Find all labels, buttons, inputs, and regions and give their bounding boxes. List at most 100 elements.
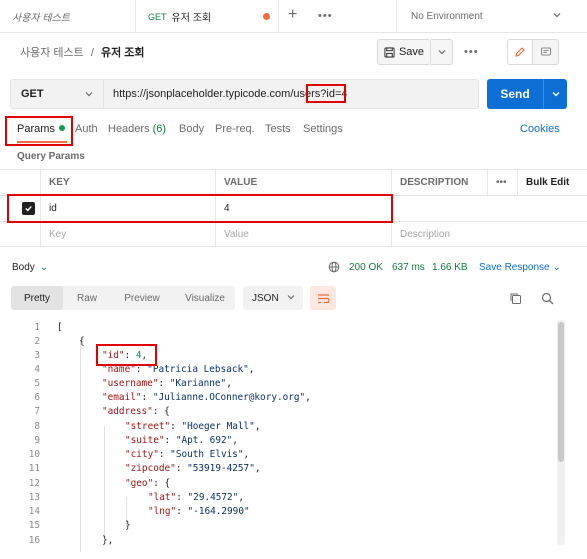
- code-line: "name": "Patricia Lebsack",: [102, 364, 255, 375]
- tab-label: Params: [17, 123, 55, 135]
- response-body-select[interactable]: Body ⌄: [12, 262, 48, 273]
- breadcrumb-separator: /: [90, 47, 94, 59]
- tab-auth[interactable]: Auth: [75, 123, 98, 135]
- tab-params[interactable]: Params: [17, 123, 65, 135]
- tab-headers[interactable]: Headers (6): [108, 123, 166, 135]
- json-suite: "Apt. 692": [175, 435, 233, 446]
- description-placeholder[interactable]: Description: [391, 222, 587, 246]
- json-city: "South Elvis": [170, 449, 244, 460]
- method-label: GET: [21, 88, 44, 100]
- line-number: 10: [28, 449, 40, 460]
- params-table-header: KEY VALUE DESCRIPTION ••• Bulk Edit: [0, 169, 587, 195]
- line-number: 4: [34, 364, 40, 375]
- tab-settings[interactable]: Settings: [303, 123, 343, 135]
- table-row: Key Value Description: [0, 221, 587, 247]
- edit-button[interactable]: [507, 39, 533, 65]
- param-description[interactable]: [391, 196, 587, 221]
- tab-label: 사용자 테스트: [12, 13, 70, 24]
- url-base: https://jsonplaceholder.typicode.com/use…: [113, 88, 321, 100]
- json-street: "Hoeger Mall": [181, 421, 255, 432]
- method-select[interactable]: GET: [10, 79, 104, 109]
- line-number: 5: [34, 378, 40, 389]
- line-number: 16: [28, 535, 40, 546]
- tab-tests[interactable]: Tests: [265, 123, 291, 135]
- cookies-link[interactable]: Cookies: [520, 123, 560, 135]
- code-line: "username": "Karianne",: [102, 378, 232, 389]
- globe-icon[interactable]: [328, 261, 340, 273]
- tab-method: GET: [148, 11, 167, 22]
- environment-select[interactable]: No Environment: [396, 0, 568, 33]
- key-placeholder[interactable]: Key: [40, 222, 215, 246]
- headers-count: (6): [152, 123, 167, 135]
- save-icon: [384, 46, 395, 58]
- code-line: }: [125, 520, 131, 531]
- line-number: 13: [28, 492, 40, 503]
- line-number: 6: [34, 392, 40, 403]
- code-line: },: [102, 535, 114, 546]
- param-checkbox-cell[interactable]: [0, 196, 40, 221]
- line-number: 7: [34, 406, 40, 417]
- send-button[interactable]: Send: [487, 79, 543, 109]
- status-code[interactable]: 200 OK: [349, 262, 383, 273]
- code-line: {: [79, 336, 85, 347]
- chevron-down-icon: [85, 92, 93, 97]
- tabs-more-icon[interactable]: •••: [318, 10, 333, 22]
- tab-get-user[interactable]: GET 유저 조회: [136, 0, 279, 33]
- code-line: "lat": "29.4572",: [148, 492, 244, 503]
- response-body-code[interactable]: 1 2 3 4 5 6 7 8 9 10 11 12 13 14 15 16 […: [0, 320, 587, 559]
- search-icon[interactable]: [541, 292, 554, 305]
- tab-pretty[interactable]: Pretty: [11, 286, 63, 310]
- new-tab-plus-icon[interactable]: +: [288, 6, 297, 24]
- value-column-header: VALUE: [215, 170, 391, 195]
- tab-user-test[interactable]: 사용자 테스트: [0, 0, 136, 33]
- save-button[interactable]: Save: [377, 39, 431, 65]
- tab-visualize[interactable]: Visualize: [177, 286, 233, 310]
- code-line: "email": "Julianne.OConner@kory.org",: [102, 392, 311, 403]
- scrollbar-thumb[interactable]: [558, 322, 564, 462]
- line-number: 3: [34, 350, 40, 361]
- save-dropdown-button[interactable]: [431, 39, 453, 65]
- tab-body[interactable]: Body: [179, 123, 204, 135]
- checkbox-checked-icon[interactable]: [22, 202, 35, 215]
- breadcrumb-current: 유저 조회: [100, 47, 145, 59]
- breadcrumb-parent[interactable]: 사용자 테스트: [20, 47, 84, 59]
- code-line: [: [57, 322, 63, 333]
- code-line: "suite": "Apt. 692",: [125, 435, 238, 446]
- tab-preview[interactable]: Preview: [115, 286, 169, 310]
- url-input[interactable]: https://jsonplaceholder.typicode.com/use…: [104, 79, 479, 109]
- save-label: Save: [398, 46, 425, 58]
- format-label: JSON: [252, 292, 279, 304]
- tab-raw[interactable]: Raw: [67, 286, 107, 310]
- query-params-title: Query Params: [17, 151, 85, 162]
- code-line: "address": {: [102, 406, 170, 417]
- json-id: 4: [135, 350, 142, 361]
- params-active-dot-icon: [58, 125, 65, 131]
- format-select[interactable]: JSON: [243, 286, 303, 310]
- unsaved-dot-icon: [263, 13, 270, 20]
- param-key[interactable]: id: [40, 196, 215, 221]
- comments-button[interactable]: [533, 39, 559, 65]
- copy-icon[interactable]: [509, 292, 522, 305]
- response-size[interactable]: 1.66 KB: [432, 262, 468, 273]
- url-query: ?id=4: [320, 88, 348, 100]
- save-response-button[interactable]: Save Response ⌄: [479, 262, 561, 273]
- response-time[interactable]: 637 ms: [392, 262, 425, 273]
- json-lat: "29.4572": [187, 492, 239, 503]
- chevron-down-icon: [438, 50, 445, 55]
- chevron-down-icon: ⌄: [552, 262, 561, 273]
- value-placeholder[interactable]: Value: [215, 222, 391, 246]
- json-lng: "-164.2990": [187, 506, 250, 517]
- code-line: "lng": "-164.2990": [148, 506, 250, 517]
- wrap-lines-button[interactable]: [310, 286, 336, 310]
- breadcrumb: 사용자 테스트 / 유저 조회: [20, 44, 145, 60]
- send-dropdown-button[interactable]: [543, 79, 567, 109]
- more-actions-icon[interactable]: •••: [464, 46, 479, 58]
- json-name: "Patricia Lebsack": [147, 364, 249, 375]
- param-value[interactable]: 4: [215, 196, 391, 221]
- active-tab-underline: [17, 141, 67, 143]
- description-column-header: DESCRIPTION: [391, 170, 487, 195]
- bulk-edit-button[interactable]: Bulk Edit: [517, 170, 587, 195]
- tab-label: 유저 조회: [171, 13, 212, 24]
- column-more-icon[interactable]: •••: [487, 170, 517, 195]
- tab-pre-request[interactable]: Pre-req.: [215, 123, 255, 135]
